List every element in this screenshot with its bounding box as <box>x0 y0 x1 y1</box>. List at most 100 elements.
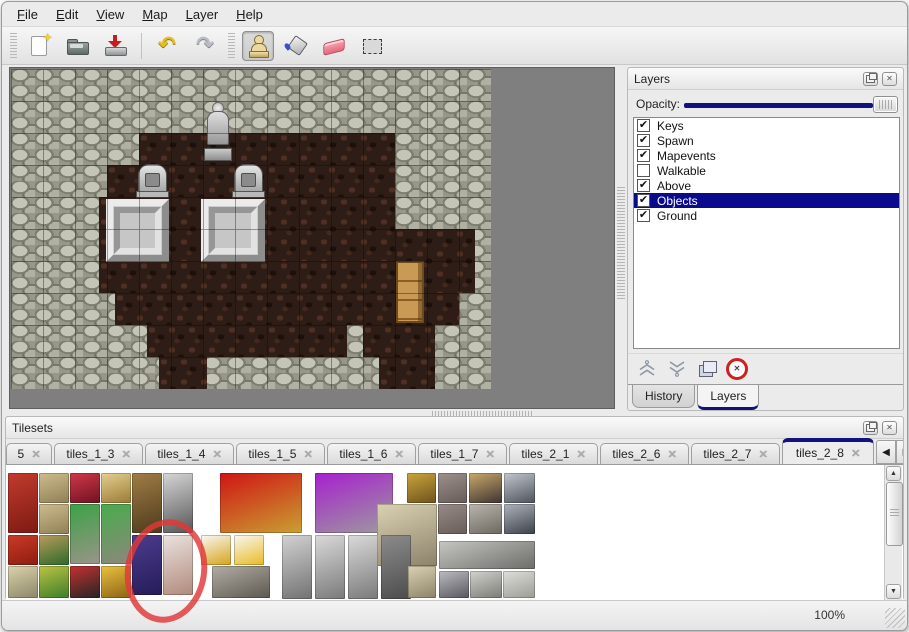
tile-red-banner[interactable] <box>8 473 38 533</box>
toolbar-drag-handle[interactable] <box>228 33 235 59</box>
tile-purple-door[interactable] <box>132 535 162 595</box>
checkbox-checked-icon[interactable]: ✔ <box>637 194 650 207</box>
menu-edit[interactable]: Edit <box>47 4 87 25</box>
tile-rubble-pile[interactable] <box>469 504 502 534</box>
tile-parchment[interactable] <box>8 566 38 598</box>
tile-stone-block-a[interactable] <box>438 473 467 503</box>
layer-row-objects[interactable]: ✔Objects <box>634 193 899 208</box>
menu-help[interactable]: Help <box>227 4 272 25</box>
layer-row-mapevents[interactable]: ✔Mapevents <box>634 148 899 163</box>
tileset-content[interactable]: ▲ ▼ <box>6 465 903 600</box>
opacity-slider-handle[interactable] <box>873 96 898 113</box>
layer-row-ground[interactable]: ✔Ground <box>634 208 899 223</box>
checkbox-checked-icon[interactable]: ✔ <box>637 119 650 132</box>
tab-history[interactable]: History <box>632 385 695 408</box>
tile-stone-pillar[interactable] <box>439 571 469 598</box>
tile-red-cushion[interactable] <box>70 473 100 503</box>
menu-map[interactable]: Map <box>133 4 176 25</box>
tile-small-obelisk[interactable] <box>408 566 436 598</box>
tile-emblem-banner[interactable] <box>8 535 38 565</box>
tile-weapon-rack-bottom[interactable] <box>39 504 69 534</box>
tileset-tab-tiles_2_1[interactable]: tiles_2_1✕ <box>509 443 598 464</box>
layer-row-spawn[interactable]: ✔Spawn <box>634 133 899 148</box>
tab-close-icon[interactable]: ✕ <box>485 448 494 461</box>
map-object-tombstone-left[interactable] <box>138 164 167 197</box>
toolbar-drag-handle[interactable] <box>10 33 17 59</box>
layer-row-keys[interactable]: ✔Keys <box>634 118 899 133</box>
tab-close-icon[interactable]: ✕ <box>576 448 585 461</box>
scroll-up-button[interactable]: ▲ <box>886 466 901 481</box>
tile-wooden-shelf[interactable] <box>469 473 502 503</box>
layers-float-button[interactable] <box>863 72 878 86</box>
tile-wall-segment-b1[interactable] <box>470 571 502 598</box>
tile-angel-statue-a[interactable] <box>315 535 345 599</box>
tab-close-icon[interactable]: ✕ <box>303 448 312 461</box>
map-object-wooden-crate[interactable] <box>396 261 424 323</box>
tile-bookshelf[interactable] <box>39 535 69 565</box>
tile-armor-helm[interactable] <box>504 473 535 503</box>
tab-scroll-left-button[interactable]: ◀ <box>876 440 896 464</box>
tile-white-bed[interactable] <box>163 535 193 595</box>
tileset-tab-tiles_2_6[interactable]: tiles_2_6✕ <box>600 443 689 464</box>
menu-file[interactable]: File <box>8 4 47 25</box>
map-object-stone-platform-left[interactable] <box>106 199 169 262</box>
map-object-tombstone-right[interactable] <box>234 164 263 197</box>
tileset-tab-tiles_1_6[interactable]: tiles_1_6✕ <box>327 443 416 464</box>
raise-layer-button[interactable] <box>634 357 660 381</box>
map-canvas[interactable] <box>9 67 615 409</box>
tileset-tab-5[interactable]: 5✕ <box>6 443 52 464</box>
tilesets-float-button[interactable] <box>863 421 878 435</box>
tile-armor-body[interactable] <box>504 504 535 534</box>
lower-layer-button[interactable] <box>664 357 690 381</box>
tile-gold-chain[interactable] <box>201 535 231 565</box>
map-object-hooded-statue[interactable] <box>203 101 233 161</box>
tile-bush-plant[interactable] <box>101 504 131 564</box>
layer-row-walkable[interactable]: Walkable <box>634 163 899 178</box>
tab-layers[interactable]: Layers <box>697 385 759 410</box>
tab-close-icon[interactable]: ✕ <box>851 447 860 460</box>
tile-gargoyle-statue[interactable] <box>381 535 411 599</box>
tileset-tab-tiles_1_5[interactable]: tiles_1_5✕ <box>236 443 325 464</box>
tile-wooden-door[interactable] <box>132 473 162 533</box>
tile-anvil-wheel[interactable] <box>70 566 100 598</box>
checkbox-checked-icon[interactable]: ✔ <box>637 179 650 192</box>
tile-stone-block-b[interactable] <box>438 504 467 534</box>
open-map-button[interactable] <box>62 31 94 61</box>
checkbox-checked-icon[interactable]: ✔ <box>637 209 650 222</box>
tile-rock-pile[interactable] <box>212 566 270 598</box>
tileset-tab-tiles_1_4[interactable]: tiles_1_4✕ <box>145 443 234 464</box>
tile-wall-segment-b2[interactable] <box>503 571 535 598</box>
tile-palm-plant[interactable] <box>70 504 100 564</box>
checkbox-unchecked-icon[interactable] <box>637 164 650 177</box>
tileset-tab-tiles_1_7[interactable]: tiles_1_7✕ <box>418 443 507 464</box>
delete-layer-button[interactable]: ✕ <box>724 357 750 381</box>
tile-green-flag[interactable] <box>39 566 69 598</box>
vertical-splitter-grip[interactable] <box>617 187 625 299</box>
tab-scroll-right-button[interactable]: ▶ <box>896 440 903 464</box>
layer-row-above[interactable]: ✔Above <box>634 178 899 193</box>
layers-close-button[interactable]: ✕ <box>882 72 897 86</box>
tab-close-icon[interactable]: ✕ <box>394 448 403 461</box>
duplicate-layer-button[interactable] <box>694 357 720 381</box>
menu-layer[interactable]: Layer <box>177 4 228 25</box>
tile-red-throne[interactable] <box>220 473 302 533</box>
tab-close-icon[interactable]: ✕ <box>121 448 130 461</box>
checkbox-checked-icon[interactable]: ✔ <box>637 149 650 162</box>
fill-tool-button[interactable] <box>280 31 312 61</box>
vertical-splitter[interactable] <box>615 67 627 409</box>
tile-wall-segment-top[interactable] <box>439 541 535 569</box>
tile-gold-pile[interactable] <box>234 535 264 565</box>
map-content[interactable] <box>11 69 491 389</box>
tileset-tab-tiles_2_7[interactable]: tiles_2_7✕ <box>691 443 780 464</box>
tile-gold-cross[interactable] <box>101 566 131 598</box>
tab-close-icon[interactable]: ✕ <box>667 448 676 461</box>
tileset-tab-tiles_1_3[interactable]: tiles_1_3✕ <box>54 443 143 464</box>
select-tool-button[interactable] <box>356 31 388 61</box>
resize-grip[interactable] <box>885 608 905 628</box>
tile-vanity-mirror[interactable] <box>101 473 131 503</box>
eraser-tool-button[interactable] <box>318 31 350 61</box>
scrollbar-thumb[interactable] <box>886 482 903 546</box>
stamp-tool-button[interactable] <box>242 31 274 61</box>
tile-portrait-painting[interactable] <box>407 473 436 503</box>
tile-hooded-statue[interactable] <box>282 535 312 599</box>
